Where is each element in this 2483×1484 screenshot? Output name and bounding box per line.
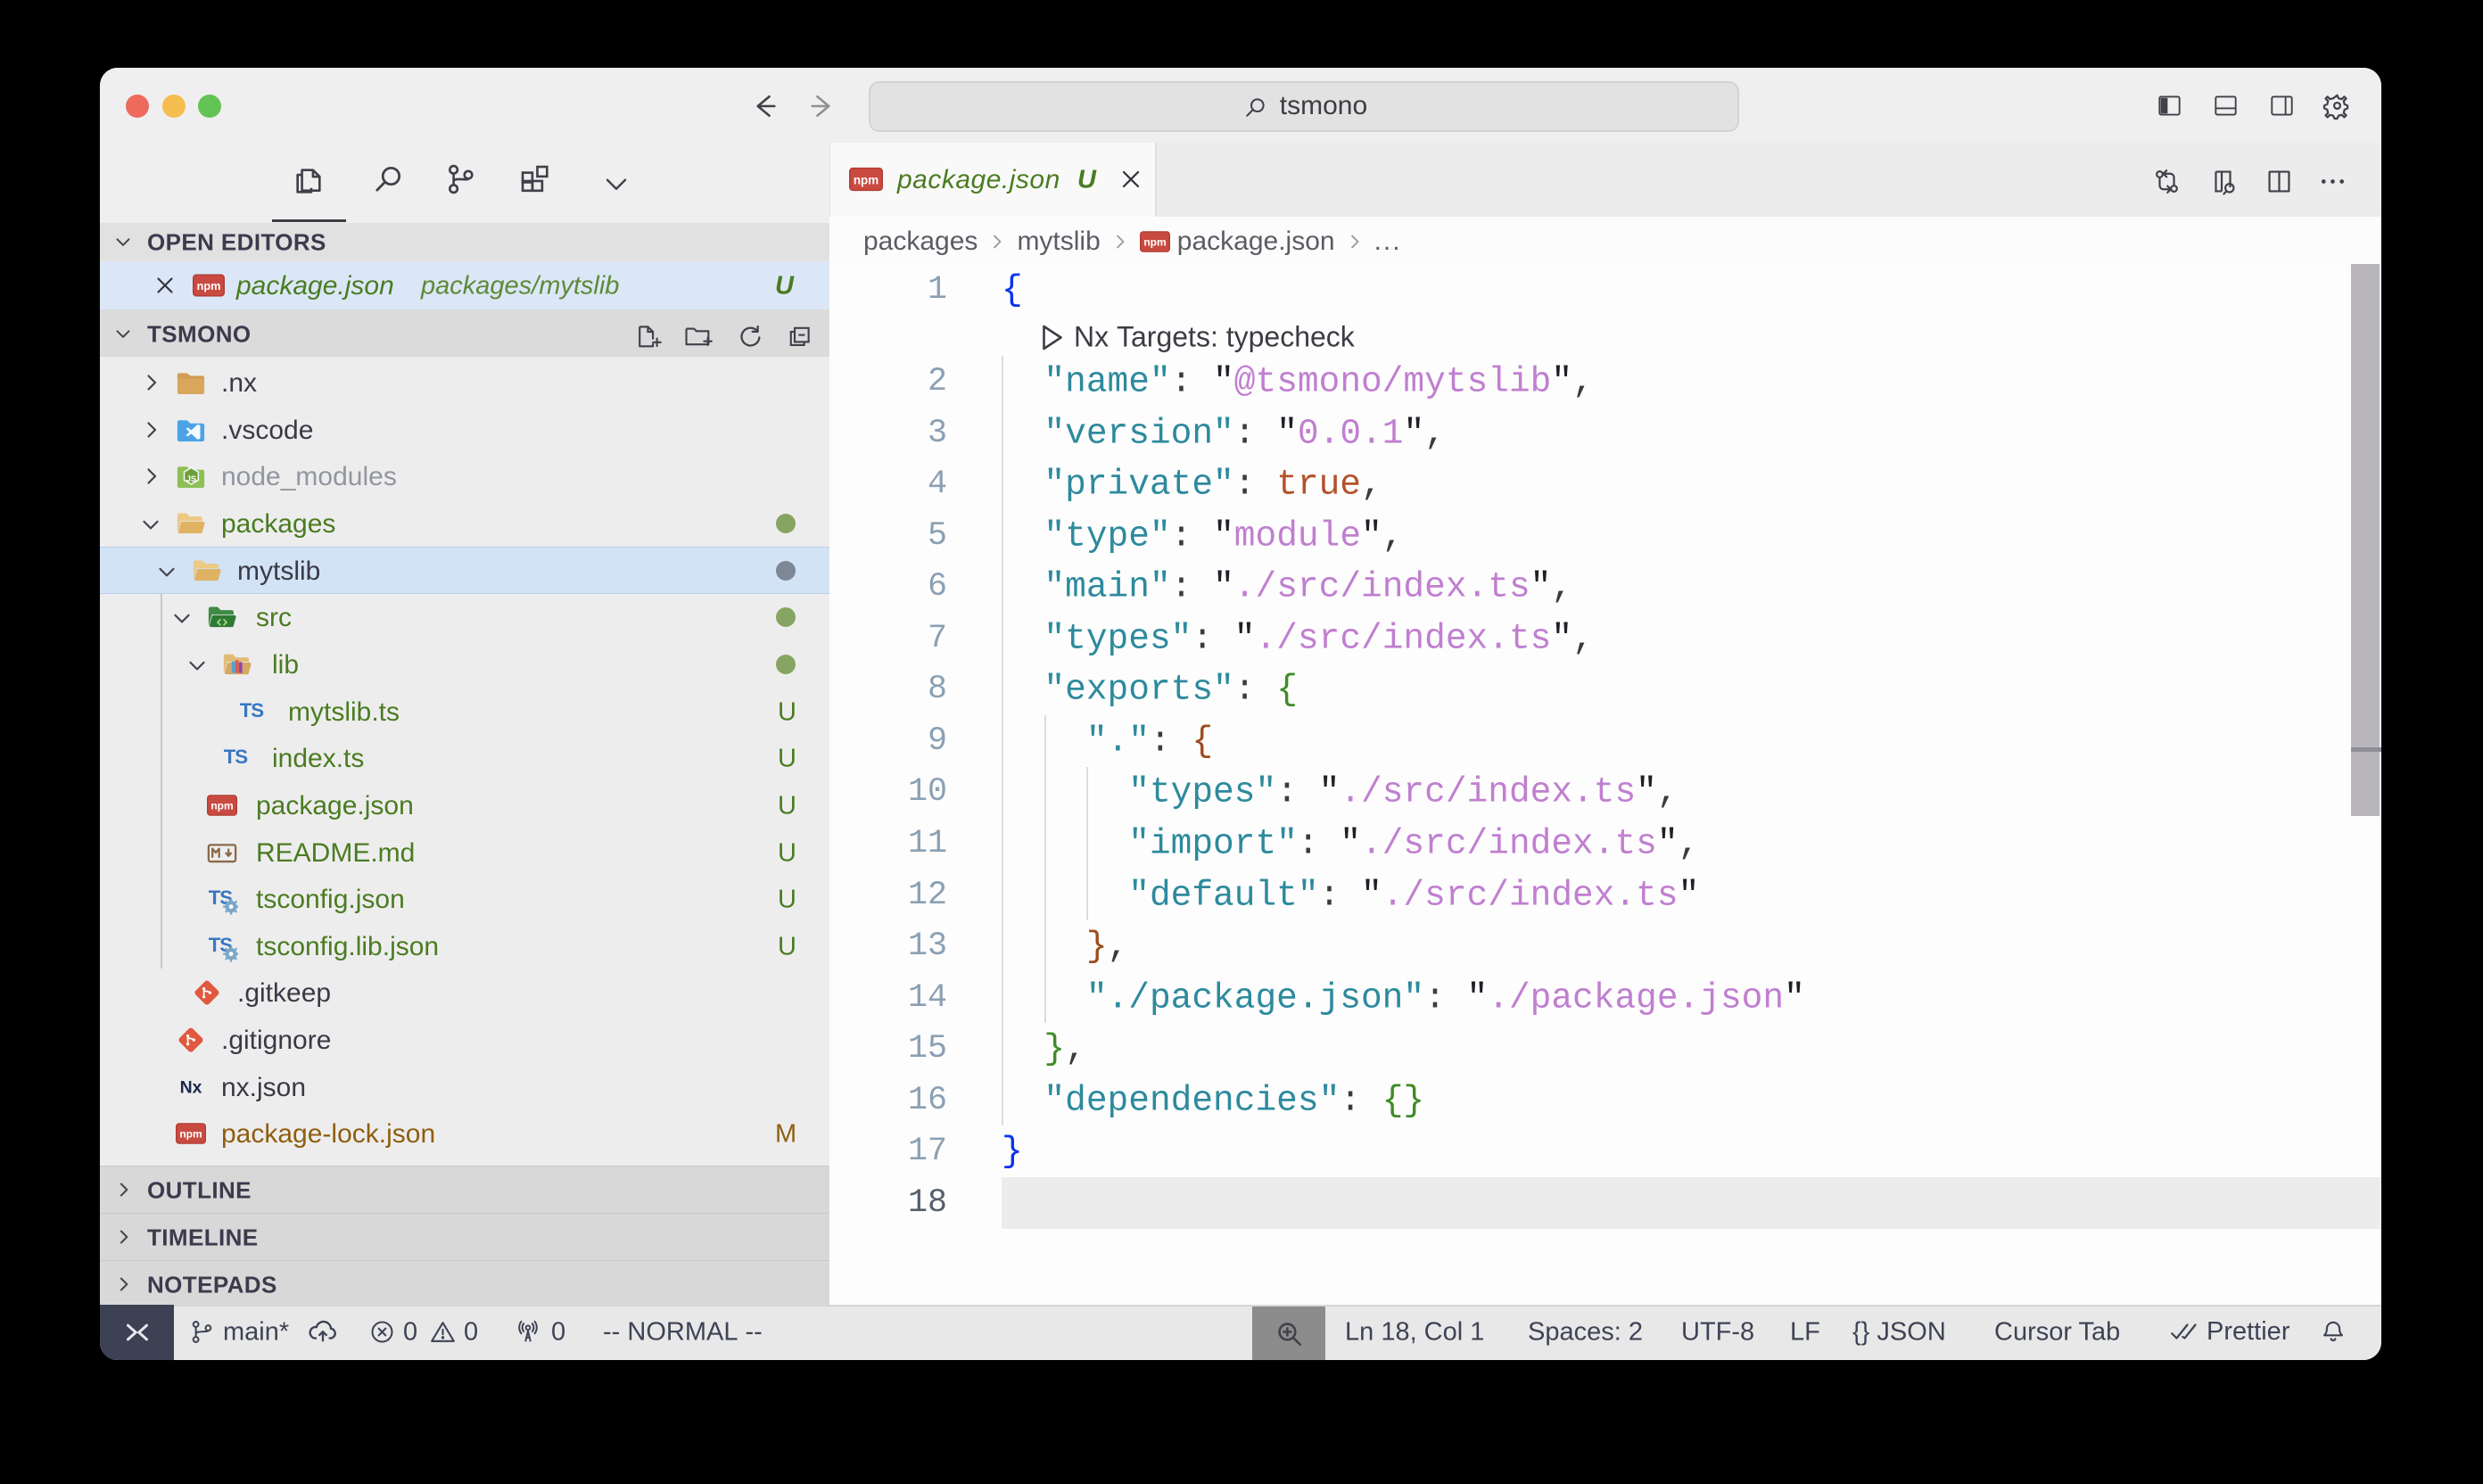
svg-text:JS: JS bbox=[186, 474, 196, 483]
svg-text:npm: npm bbox=[179, 1128, 202, 1141]
svg-text:npm: npm bbox=[210, 800, 233, 812]
svg-text:npm: npm bbox=[197, 279, 221, 293]
svg-text:TS: TS bbox=[224, 746, 248, 768]
svg-text:TS: TS bbox=[240, 699, 264, 721]
svg-text:npm: npm bbox=[1143, 236, 1166, 249]
svg-text:Nx: Nx bbox=[180, 1077, 202, 1097]
svg-text:npm: npm bbox=[854, 173, 879, 186]
